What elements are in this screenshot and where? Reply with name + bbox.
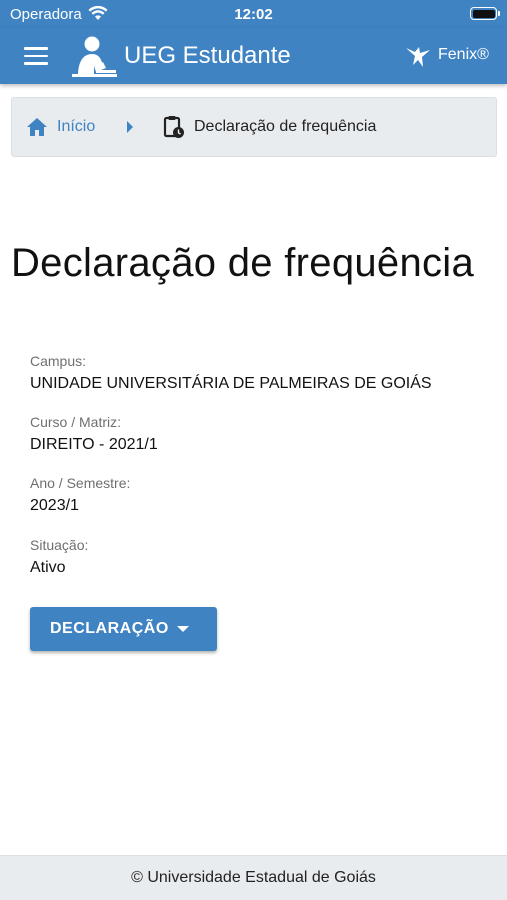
situacao-value: Ativo <box>30 559 66 576</box>
fenix-label: Fenix® <box>438 46 489 63</box>
declaration-dropdown-button[interactable]: DECLARAÇÃO <box>30 607 217 651</box>
ano-semestre-value: 2023/1 <box>30 497 79 514</box>
footer: © Universidade Estadual de Goiás <box>0 855 507 900</box>
curso-value: DIREITO - 2021/1 <box>30 436 158 453</box>
situacao-label: Situação: <box>30 537 89 553</box>
hamburger-menu-icon[interactable] <box>24 47 48 65</box>
breadcrumb-current-page: Declaração de frequência <box>194 118 377 135</box>
app-title: UEG Estudante <box>124 42 291 69</box>
chevron-right-icon <box>127 121 133 133</box>
campus-value: UNIDADE UNIVERSITÁRIA DE PALMEIRAS DE GO… <box>30 375 432 392</box>
status-time: 12:02 <box>234 6 273 23</box>
student-logo-icon <box>72 36 117 77</box>
footer-copyright: © Universidade Estadual de Goiás <box>131 869 376 886</box>
app-bar: UEG Estudante Fenix® <box>0 28 507 84</box>
battery-icon <box>470 7 500 20</box>
clipboard-clock-icon <box>163 116 184 138</box>
campus-label: Campus: <box>30 353 87 369</box>
fenix-bird-icon <box>406 47 430 67</box>
ano-semestre-label: Ano / Semestre: <box>30 475 131 491</box>
curso-label: Curso / Matriz: <box>30 414 122 430</box>
status-bar: Operadora 12:02 <box>0 0 507 28</box>
page-title: Declaração de frequência <box>11 241 475 285</box>
breadcrumb: Início Declaração de frequência <box>11 97 497 157</box>
declaration-button-label: DECLARAÇÃO <box>50 620 169 637</box>
home-icon[interactable] <box>26 117 48 137</box>
caret-down-icon <box>177 626 189 632</box>
breadcrumb-home-link[interactable]: Início <box>57 118 95 136</box>
